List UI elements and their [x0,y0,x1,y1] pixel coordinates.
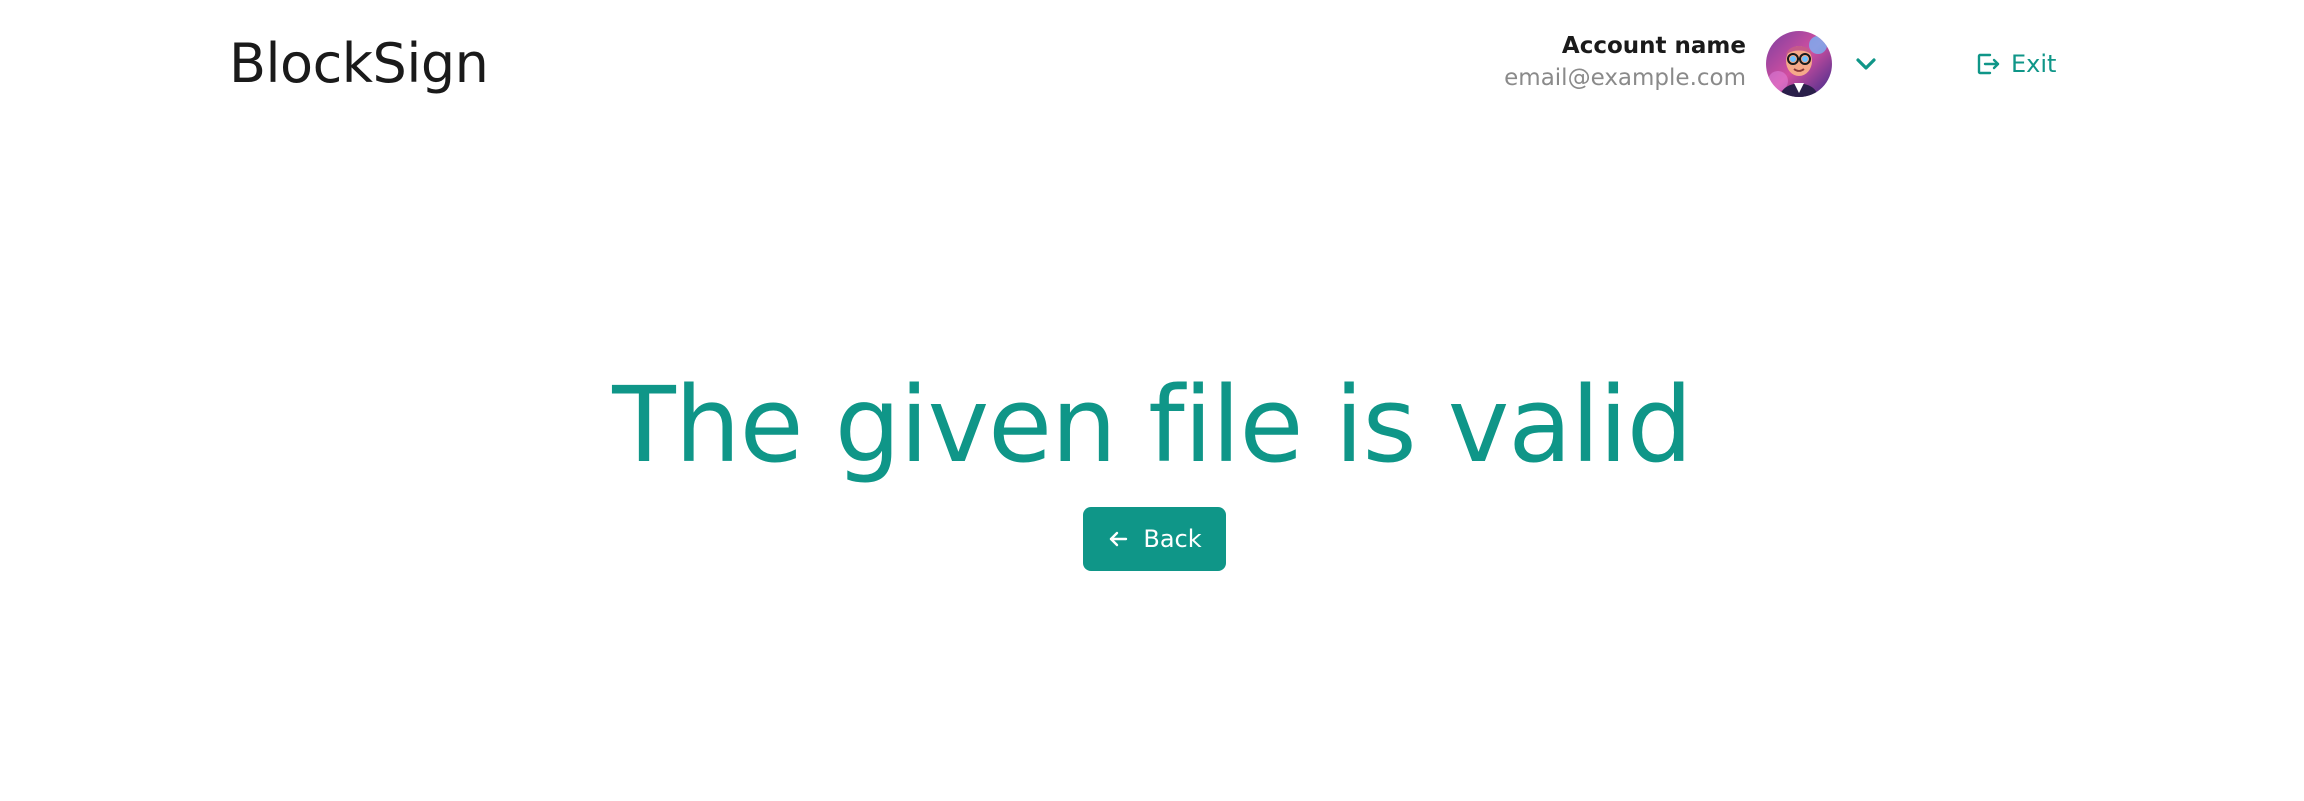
account-info: Account name email@example.com [1504,30,1746,94]
avatar[interactable] [1766,31,1832,97]
app-logo[interactable]: BlockSign [229,30,489,98]
account-dropdown-button[interactable] [1852,50,1880,78]
page-title: The given file is valid [612,364,1693,486]
exit-button[interactable]: Exit [1975,46,2056,82]
exit-label: Exit [2011,50,2057,78]
back-button[interactable]: Back [1083,507,1226,571]
top-header: BlockSign Account name email@example.com [0,0,2304,130]
back-label: Back [1143,525,1202,553]
chevron-down-icon [1856,58,1876,70]
account-email: email@example.com [1504,65,1746,91]
arrow-left-icon [1110,531,1128,547]
exit-icon [1977,53,2000,75]
avatar-icon [1766,31,1832,97]
account-name: Account name [1561,33,1746,59]
